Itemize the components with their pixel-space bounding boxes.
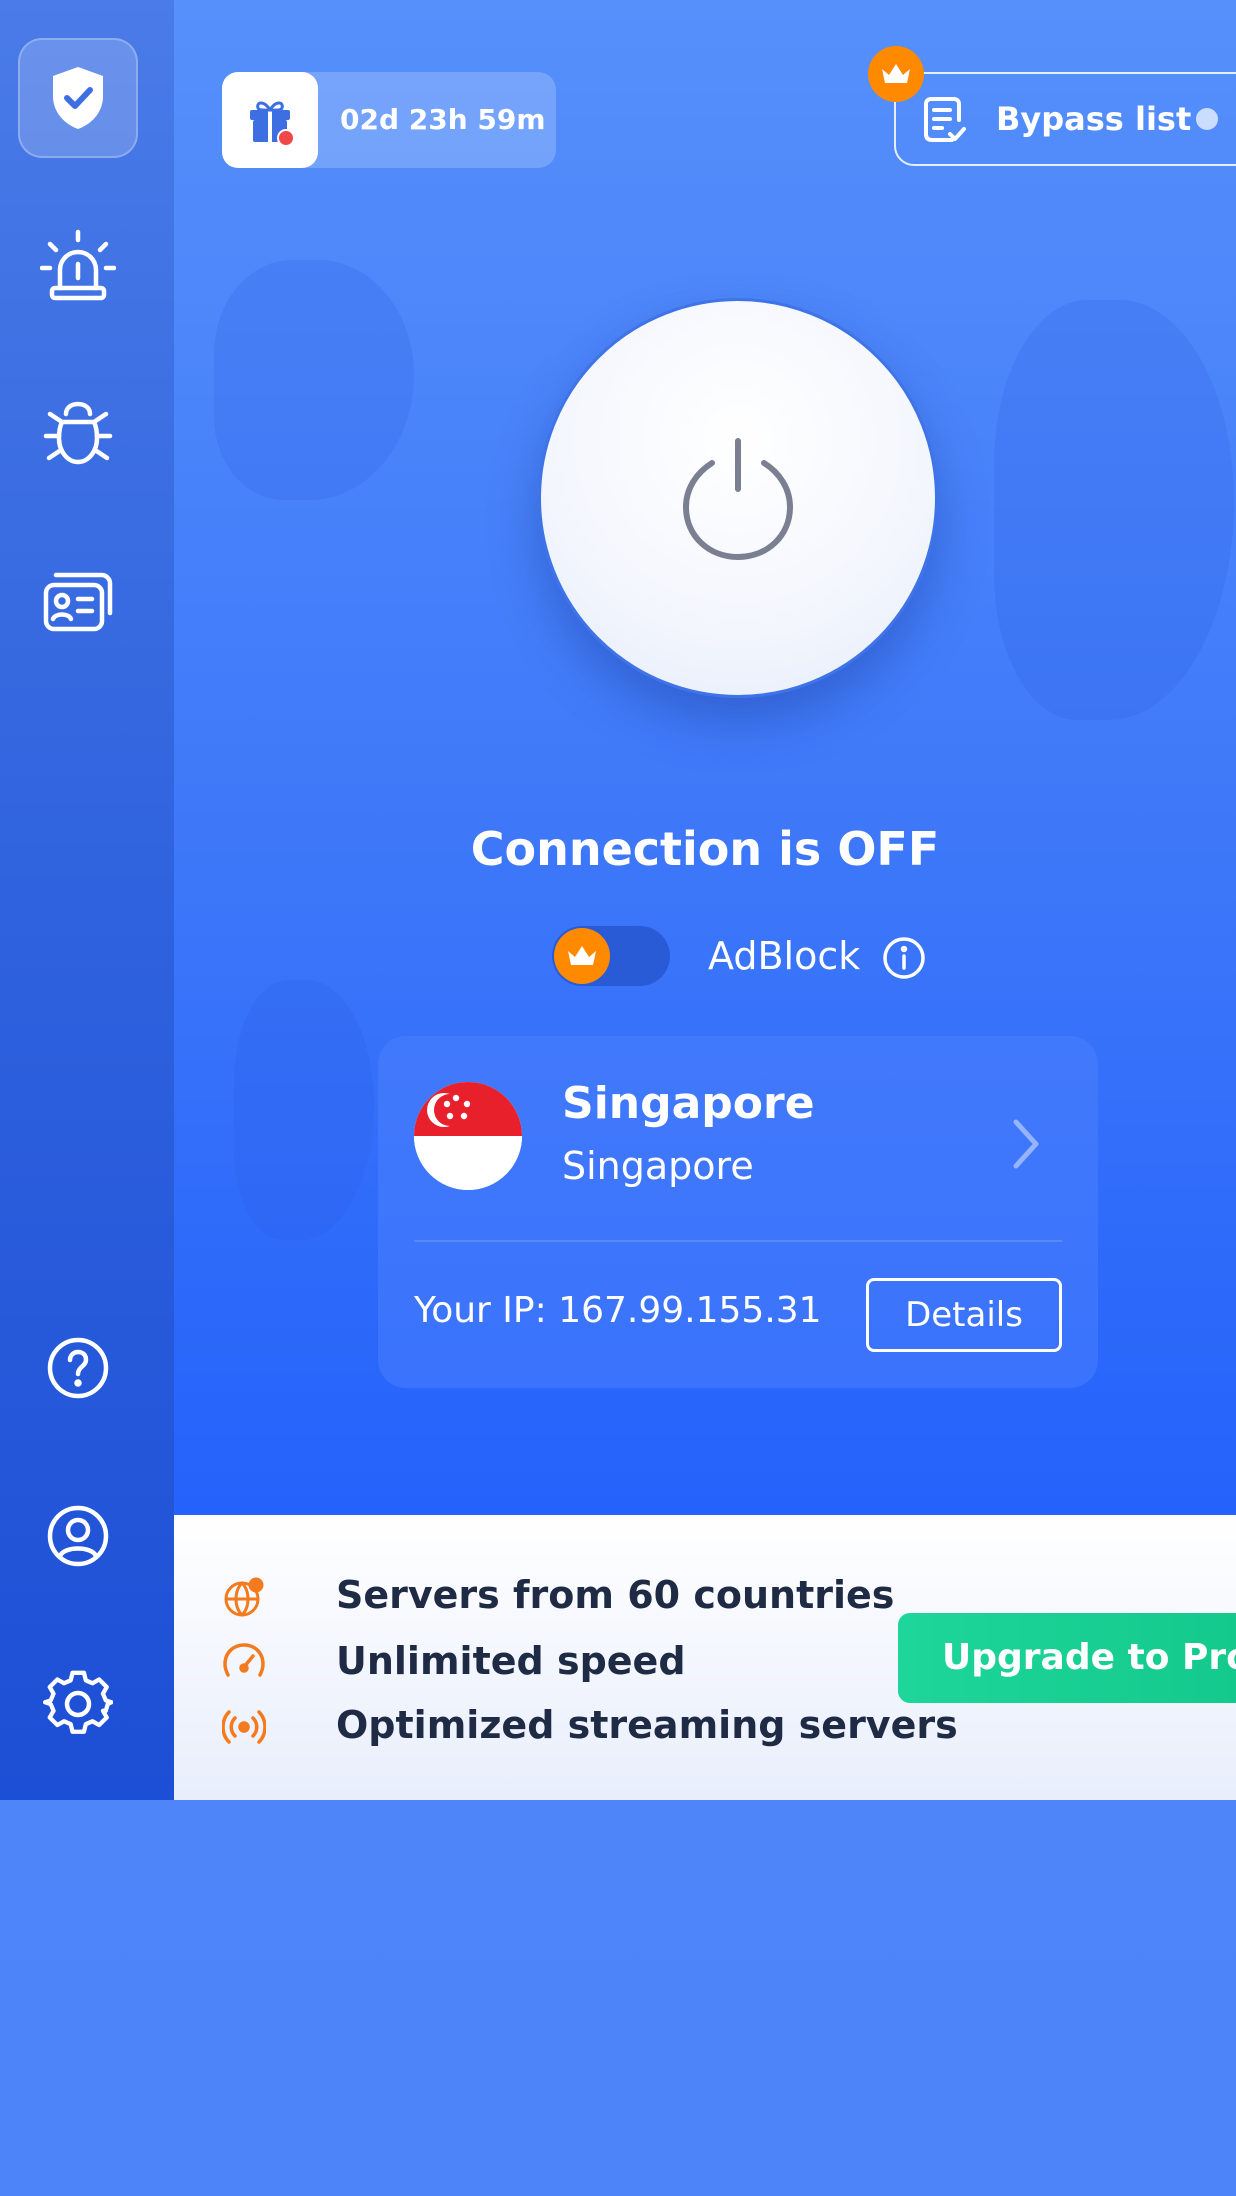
- connection-status: Connection is OFF: [470, 822, 940, 876]
- bug-icon: [43, 401, 113, 465]
- upgrade-to-pro-button[interactable]: Upgrade to Pro: [898, 1613, 1236, 1703]
- ip-address: Your IP: 167.99.155.31: [414, 1290, 822, 1331]
- sidebar-item-alerts[interactable]: [18, 206, 138, 326]
- info-icon[interactable]: [882, 936, 926, 980]
- gift-icon: [250, 101, 295, 147]
- gift-box: [222, 72, 318, 168]
- world-map-decoration: [214, 260, 414, 500]
- sidebar-item-help[interactable]: [18, 1308, 138, 1428]
- sidebar-item-account[interactable]: [18, 1476, 138, 1596]
- world-map-decoration: [234, 980, 374, 1240]
- checklist-icon: [924, 97, 966, 142]
- bypass-list-button[interactable]: Bypass list: [894, 72, 1236, 166]
- user-circle-icon: [47, 1505, 109, 1567]
- broadcast-icon: [222, 1710, 266, 1744]
- card-divider: [414, 1240, 1062, 1242]
- world-map-decoration: [994, 300, 1234, 720]
- power-connect-button[interactable]: [538, 298, 938, 698]
- gift-timer-text: 02d 23h 59m: [340, 103, 546, 136]
- gear-icon: [43, 1670, 113, 1734]
- promo-feature-text: Unlimited speed: [336, 1639, 686, 1683]
- server-card: Singapore Singapore Your IP: 167.99.155.…: [378, 1036, 1098, 1388]
- chevron-right-icon: [1013, 1119, 1039, 1169]
- bypass-toggle-dot: [1196, 108, 1218, 130]
- alarm-siren-icon: [40, 229, 116, 301]
- crown-icon: [568, 946, 596, 965]
- question-circle-icon: [47, 1337, 109, 1399]
- promo-feature-text: Servers from 60 countries: [336, 1573, 895, 1617]
- premium-crown-badge: [868, 46, 924, 102]
- crown-icon: [882, 64, 910, 83]
- sidebar: [0, 0, 174, 1800]
- bypass-list-label: Bypass list: [996, 100, 1192, 138]
- upgrade-promo-panel: Servers from 60 countries Unlimited spee…: [174, 1515, 1236, 1800]
- shield-check-icon: [53, 67, 103, 129]
- server-city: Singapore: [562, 1144, 754, 1188]
- adblock-label: AdBlock: [708, 934, 861, 978]
- gift-timer-button[interactable]: 02d 23h 59m: [222, 72, 556, 168]
- sidebar-item-identity[interactable]: [18, 542, 138, 662]
- promo-feature-text: Optimized streaming servers: [336, 1703, 958, 1747]
- server-selector[interactable]: Singapore Singapore: [378, 1036, 1098, 1240]
- globe-pin-icon: [224, 1577, 264, 1617]
- power-icon: [682, 438, 794, 561]
- sidebar-item-antivirus[interactable]: [18, 374, 138, 494]
- vpn-app: 02d 23h 59m Bypass list Connection is OF…: [0, 0, 1236, 1800]
- singapore-flag-icon: [414, 1082, 522, 1190]
- sidebar-item-settings[interactable]: [18, 1644, 138, 1764]
- server-country: Singapore: [562, 1078, 815, 1129]
- main-panel: 02d 23h 59m Bypass list Connection is OF…: [174, 0, 1236, 1515]
- speedometer-icon: [223, 1643, 265, 1677]
- id-card-icon: [43, 572, 113, 632]
- details-button[interactable]: Details: [866, 1278, 1062, 1352]
- sidebar-item-protection[interactable]: [18, 38, 138, 158]
- toggle-knob: [554, 928, 610, 984]
- adblock-toggle[interactable]: [552, 926, 670, 986]
